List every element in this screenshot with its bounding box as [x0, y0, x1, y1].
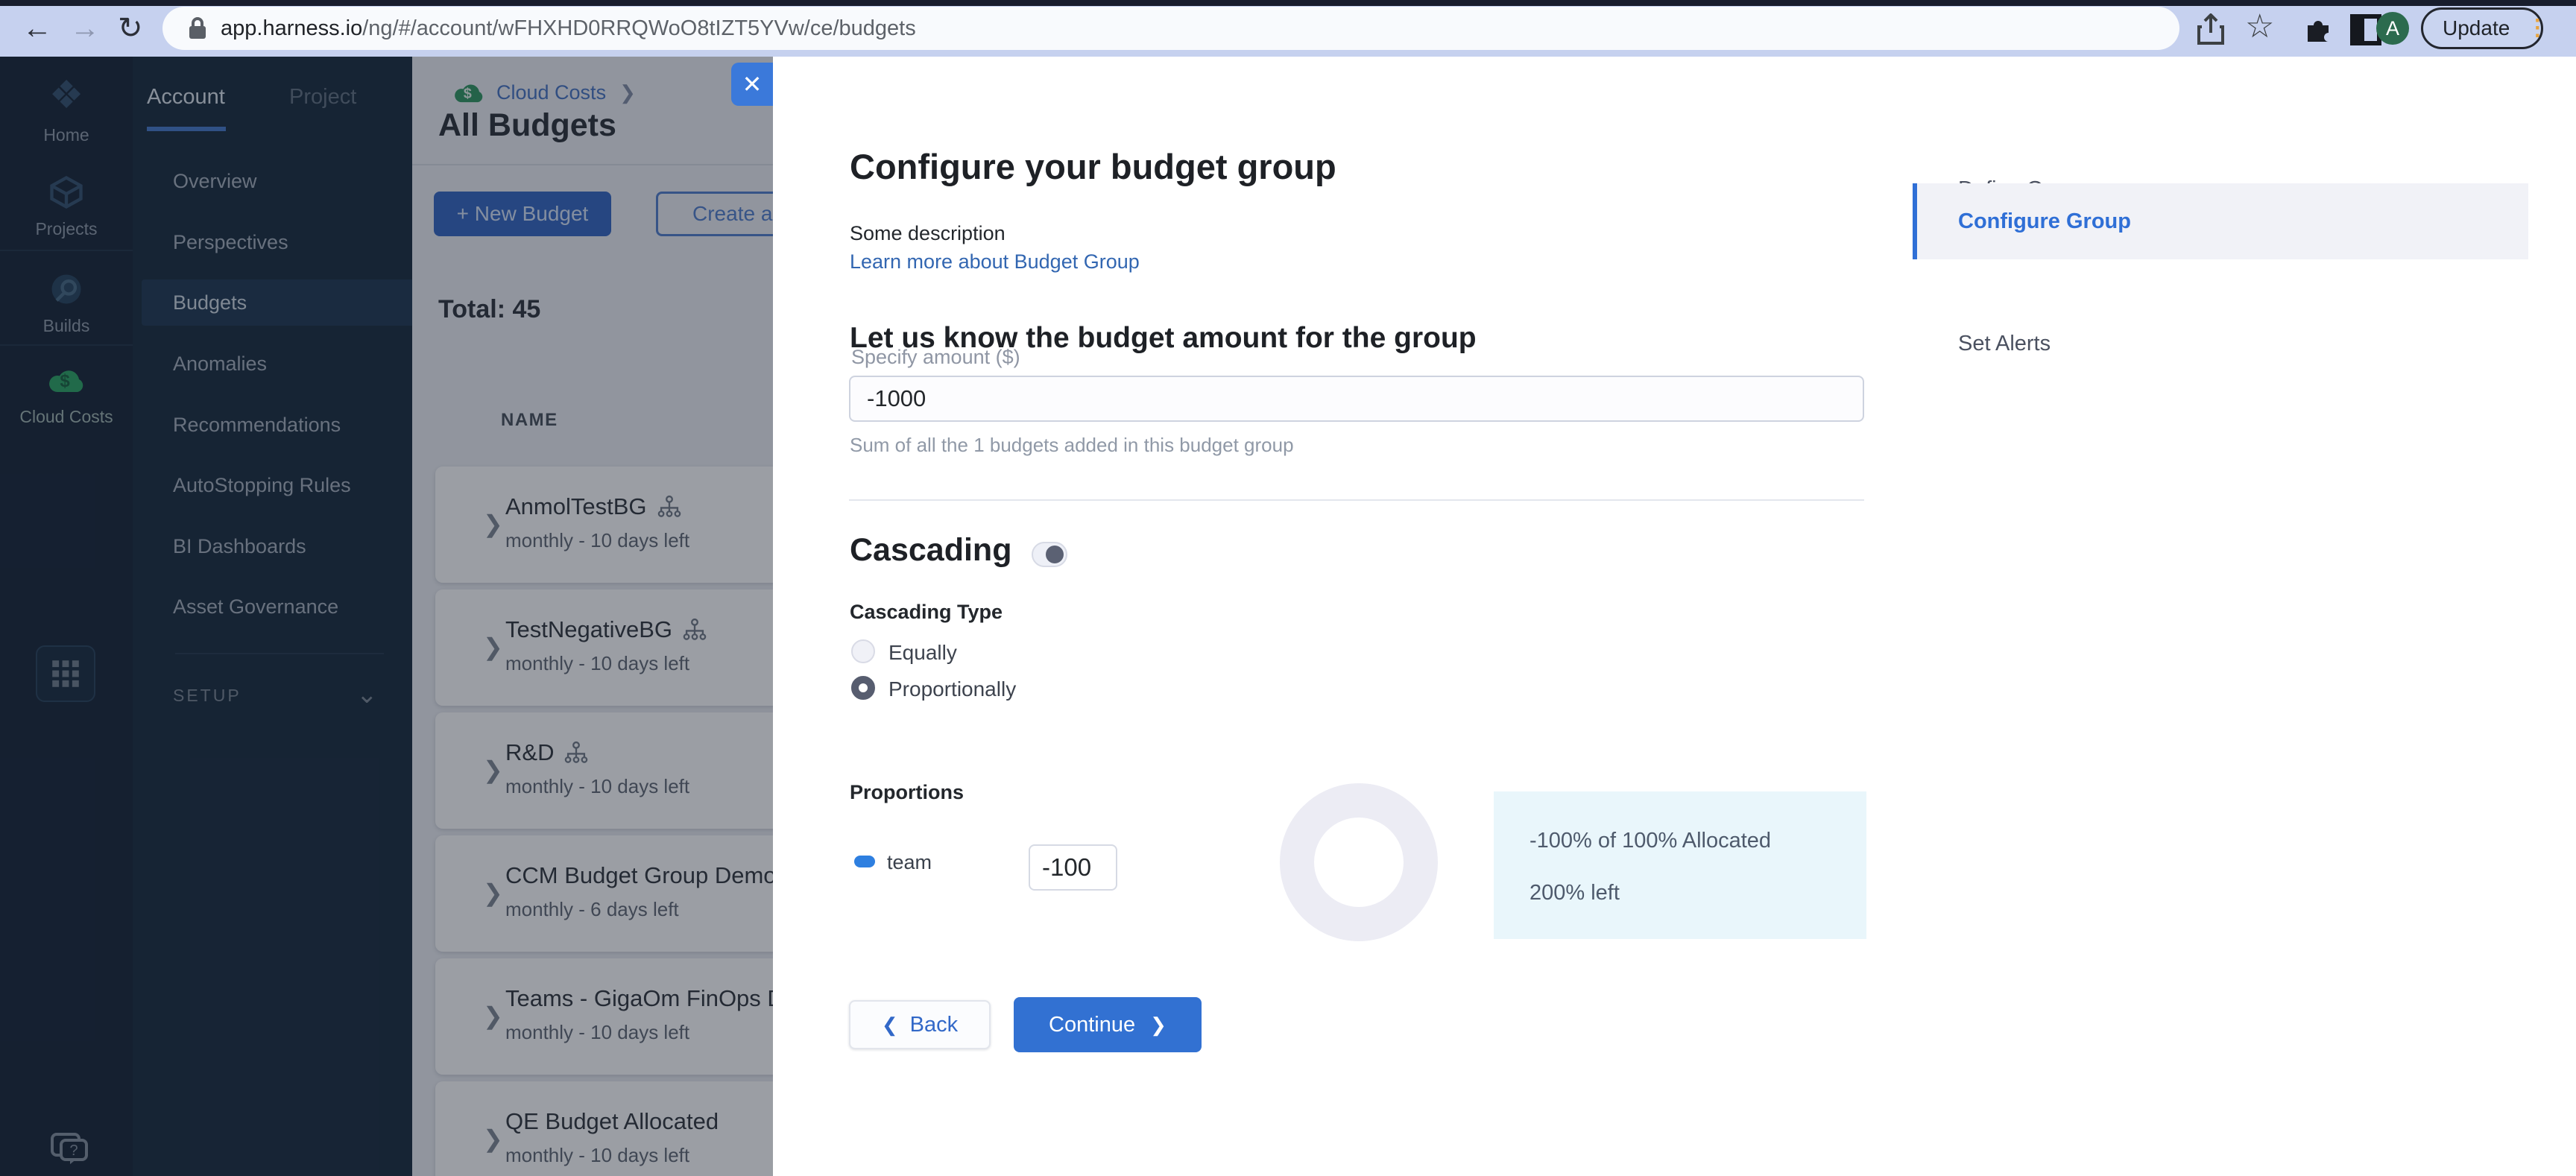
- chevron-left-icon: ❮: [881, 1013, 898, 1036]
- modal-backdrop[interactable]: [0, 57, 773, 1176]
- update-label: Update: [2443, 16, 2510, 39]
- bookmark-star-icon[interactable]: ☆: [2245, 7, 2274, 45]
- cascading-toggle[interactable]: [1032, 542, 1067, 567]
- radio-equally-label[interactable]: Equally: [888, 641, 957, 665]
- amount-helper-text: Sum of all the 1 budgets added in this b…: [850, 434, 1294, 456]
- url-path: /ng/#/account/wFHXHD0RRQWoO8tIZT5YVw/ce/…: [362, 16, 916, 40]
- team-legend-dot: [854, 856, 875, 867]
- browser-back-icon[interactable]: ←: [22, 10, 52, 46]
- proportions-heading: Proportions: [850, 781, 964, 803]
- extensions-puzzle-icon[interactable]: [2302, 13, 2334, 46]
- modal-close-button[interactable]: ✕: [731, 63, 773, 106]
- browser-forward-icon[interactable]: →: [70, 10, 100, 46]
- avatar-letter: A: [2385, 16, 2399, 39]
- modal-description: Some description: [850, 222, 1006, 244]
- team-proportion-input[interactable]: -100: [1029, 844, 1117, 891]
- continue-button[interactable]: Continue ❯: [1014, 997, 1202, 1052]
- step-configure-group[interactable]: Configure Group: [1958, 209, 2131, 234]
- left-text: 200% left: [1530, 881, 1620, 905]
- url-host: app.harness.io: [221, 16, 363, 40]
- kebab-menu-icon: ⋮: [2526, 16, 2549, 40]
- section-divider: [849, 499, 1864, 501]
- allocation-summary-box: [1494, 791, 1866, 939]
- toggle-knob: [1046, 546, 1064, 563]
- active-step-bar: [1913, 183, 1917, 259]
- radio-proportionally[interactable]: [851, 676, 875, 700]
- cascading-type-label: Cascading Type: [850, 601, 1003, 623]
- allocated-text: -100% of 100% Allocated: [1530, 829, 1772, 853]
- browser-chrome: ← → ↻ app.harness.io/ng/#/account/wFHXHD…: [0, 0, 2576, 57]
- back-label: Back: [909, 1012, 959, 1037]
- budget-amount-input[interactable]: -1000: [849, 376, 1864, 422]
- team-label: team: [887, 851, 932, 873]
- specify-amount-label: Specify amount ($): [851, 346, 1020, 368]
- browser-reload-icon[interactable]: ↻: [118, 10, 143, 46]
- profile-avatar[interactable]: A: [2376, 12, 2409, 45]
- allocation-donut-chart: [1280, 783, 1438, 941]
- chevron-right-icon: ❯: [1150, 1013, 1167, 1036]
- url-bar[interactable]: app.harness.io/ng/#/account/wFHXHD0RRQWo…: [162, 7, 2179, 50]
- cascading-heading: Cascading: [850, 532, 1012, 568]
- team-proportion-value: -100: [1042, 853, 1091, 881]
- radio-proportionally-label[interactable]: Proportionally: [888, 677, 1016, 701]
- budget-group-wizard-modal: Configure your budget group Some descrip…: [773, 57, 2576, 1176]
- budget-amount-value: -1000: [867, 385, 926, 411]
- close-icon: ✕: [742, 71, 763, 98]
- screen: ← → ↻ app.harness.io/ng/#/account/wFHXHD…: [0, 0, 2576, 1176]
- share-icon[interactable]: [2196, 13, 2226, 46]
- learn-more-link[interactable]: Learn more about Budget Group: [850, 250, 1140, 274]
- step-set-alerts[interactable]: Set Alerts: [1958, 332, 2051, 356]
- window-top-strip: [0, 0, 2576, 6]
- lock-icon: [189, 17, 206, 39]
- browser-update-button[interactable]: Update ⋮: [2421, 7, 2548, 49]
- radio-equally[interactable]: [851, 639, 875, 663]
- back-button[interactable]: ❮ Back: [849, 1000, 991, 1049]
- modal-title: Configure your budget group: [850, 147, 1336, 186]
- continue-label: Continue: [1049, 1012, 1136, 1037]
